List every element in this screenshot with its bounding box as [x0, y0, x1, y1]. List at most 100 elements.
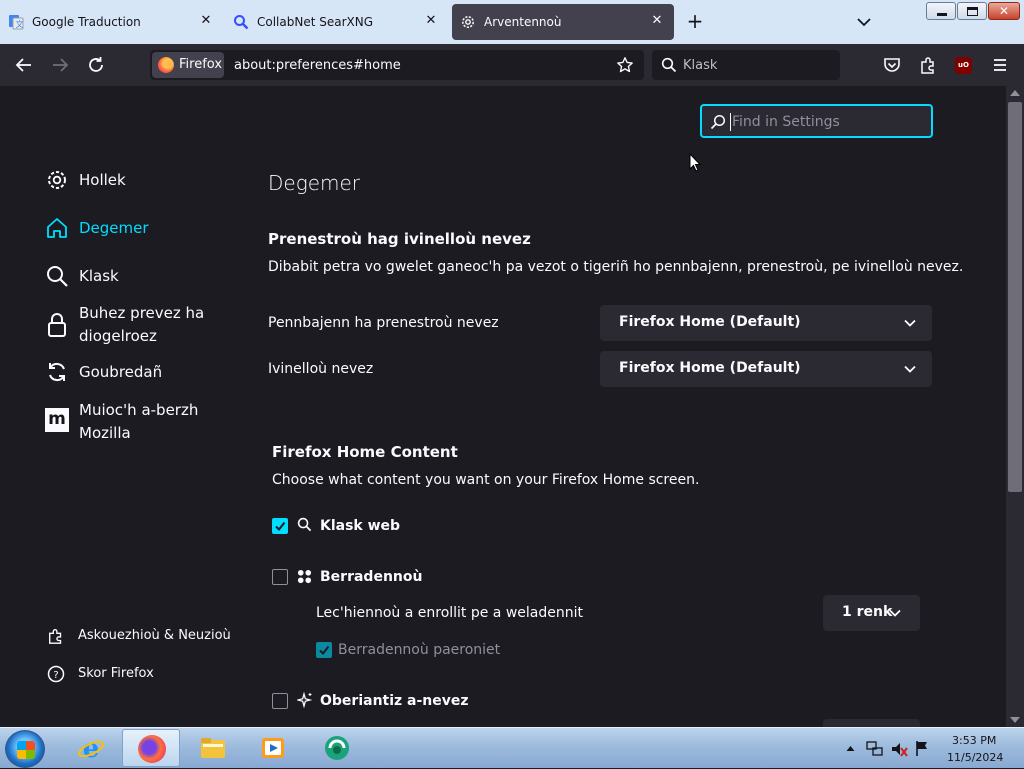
text-caret — [730, 113, 731, 131]
scroll-up-arrow-icon[interactable] — [1010, 90, 1020, 96]
taskbar-internet-explorer[interactable]: e — [62, 729, 120, 767]
new-tab-button[interactable]: + — [685, 11, 705, 32]
list-all-tabs-icon[interactable] — [854, 12, 874, 32]
gear-icon — [462, 16, 474, 28]
start-button[interactable] — [5, 730, 45, 768]
shortcuts-label: Berradennoù — [320, 569, 423, 585]
home-content-description: Choose what content you want on your Fir… — [272, 472, 700, 488]
search-placeholder: Klask — [683, 58, 718, 73]
homepage-select[interactable]: Firefox Home (Default) — [600, 305, 932, 341]
new-tabs-select[interactable]: Firefox Home (Default) — [600, 351, 932, 387]
clock-date[interactable]: 11/5/2024 — [947, 751, 1003, 764]
search-icon — [47, 266, 68, 287]
close-tab-icon[interactable]: ✕ — [198, 13, 214, 29]
media-player-icon — [262, 738, 284, 758]
category-label: Muioc'h a-berzh Mozilla — [79, 401, 199, 442]
reload-icon[interactable] — [86, 55, 106, 75]
taskbar-app[interactable] — [308, 729, 366, 767]
windows-logo-icon — [17, 741, 35, 759]
shortcuts-checkbox[interactable] — [272, 569, 288, 585]
shortcuts-rows-select[interactable]: 1 renk — [823, 595, 920, 631]
maximize-window-button[interactable] — [957, 2, 987, 20]
navigation-toolbar: Firefox about:preferences#home Klask uO — [0, 44, 1024, 86]
find-placeholder: Find in Settings — [732, 114, 840, 130]
recent-activity-checkbox[interactable] — [272, 693, 288, 709]
tab-label: Arventennoù — [484, 15, 562, 29]
show-hidden-icons-icon[interactable] — [846, 745, 855, 752]
category-label: Hollek — [79, 171, 126, 189]
checkmark-icon — [319, 645, 330, 656]
category-label: Goubredañ — [79, 363, 163, 381]
url-bar[interactable]: Firefox about:preferences#home — [150, 50, 644, 80]
mozilla-icon: m — [45, 408, 69, 432]
url-text[interactable]: about:preferences#home — [234, 58, 401, 73]
search-icon — [661, 57, 677, 73]
category-label: Buhez prevez ha diogelroez — [79, 304, 205, 345]
close-tab-icon[interactable]: ✕ — [423, 13, 439, 29]
sponsored-shortcuts-label: Berradennoù paeroniet — [338, 642, 501, 658]
chevron-down-icon — [904, 365, 916, 373]
firefox-icon — [158, 57, 174, 73]
taskbar-file-explorer[interactable] — [184, 729, 242, 767]
taskbar-media-player[interactable] — [244, 729, 302, 767]
bookmark-star-icon[interactable] — [616, 56, 634, 74]
find-in-settings-input[interactable]: Find in Settings — [700, 104, 933, 138]
back-icon[interactable] — [14, 55, 34, 75]
tab-google-traduction[interactable]: 文 Google Traduction ✕ — [0, 4, 224, 40]
svg-text:e: e — [83, 734, 100, 762]
pocket-icon[interactable] — [882, 55, 902, 75]
shortcuts-rows-value: 1 renk — [842, 604, 893, 620]
recent-activity-label: Oberiantiz a-nevez — [320, 693, 469, 709]
sponsored-shortcuts-checkbox[interactable] — [316, 642, 332, 658]
search-icon — [234, 15, 249, 30]
tab-arventennou[interactable]: Arventennoù ✕ — [452, 4, 674, 40]
forward-icon[interactable] — [50, 55, 70, 75]
app-icon — [325, 736, 349, 760]
svg-text:?: ? — [53, 670, 58, 681]
action-center-flag-icon[interactable] — [914, 739, 930, 757]
scrollbar-thumb[interactable] — [1008, 102, 1022, 492]
web-search-checkbox[interactable] — [272, 518, 288, 534]
windows-taskbar: e 3:53 PM 11/5/2024 — [0, 727, 1024, 768]
internet-explorer-icon: e — [78, 734, 104, 762]
firefox-icon — [138, 735, 166, 763]
ublock-origin-icon[interactable]: uO — [955, 57, 972, 74]
puzzle-icon — [49, 629, 62, 644]
footer-label: Skor Firefox — [78, 666, 154, 681]
vertical-scrollbar[interactable] — [1006, 86, 1024, 727]
tab-label: Google Traduction — [32, 15, 141, 29]
extensions-puzzle-icon[interactable] — [918, 55, 938, 75]
system-tray: 3:53 PM 11/5/2024 — [842, 728, 1024, 769]
svg-text:文: 文 — [16, 19, 24, 29]
page-title: Degemer — [268, 171, 361, 195]
volume-muted-icon[interactable] — [890, 740, 908, 758]
new-tabs-select-value: Firefox Home (Default) — [619, 360, 801, 376]
chevron-down-icon — [889, 609, 901, 617]
shortcuts-rows-label: Lec'hiennoù a enrollit pe a weladennit — [316, 605, 583, 621]
network-icon[interactable] — [866, 740, 884, 758]
minimize-window-button[interactable] — [926, 2, 956, 20]
taskbar-firefox[interactable] — [122, 729, 180, 767]
settings-page: Find in Settings Hollek Degemer Klask Bu… — [0, 86, 1006, 727]
home-icon — [47, 218, 67, 238]
lock-icon — [48, 313, 66, 337]
close-tab-icon[interactable]: ✕ — [649, 13, 665, 29]
new-tabs-label: Ivinelloù nevez — [268, 361, 374, 377]
shortcuts-grid-icon — [297, 569, 312, 584]
clock-time[interactable]: 3:53 PM — [952, 734, 996, 747]
close-window-button[interactable]: ✕ — [988, 2, 1020, 20]
checkmark-icon — [275, 521, 286, 532]
tab-collabnet-searxng[interactable]: CollabNet SearXNG ✕ — [225, 4, 449, 40]
recent-activity-rows-select[interactable] — [823, 719, 920, 727]
search-icon — [710, 114, 726, 130]
gear-icon — [48, 171, 66, 189]
identity-box[interactable]: Firefox — [152, 52, 224, 78]
menu-hamburger-icon[interactable] — [990, 55, 1010, 75]
google-translate-icon: 文 — [9, 15, 24, 30]
home-content-heading: Firefox Home Content — [272, 443, 458, 461]
search-bar[interactable]: Klask — [652, 50, 840, 80]
homepage-select-value: Firefox Home (Default) — [619, 314, 801, 330]
explorer-folder-icon — [201, 738, 225, 758]
scroll-down-arrow-icon[interactable] — [1010, 717, 1020, 723]
homepage-label: Pennbajenn ha prenestroù nevez — [268, 315, 499, 331]
